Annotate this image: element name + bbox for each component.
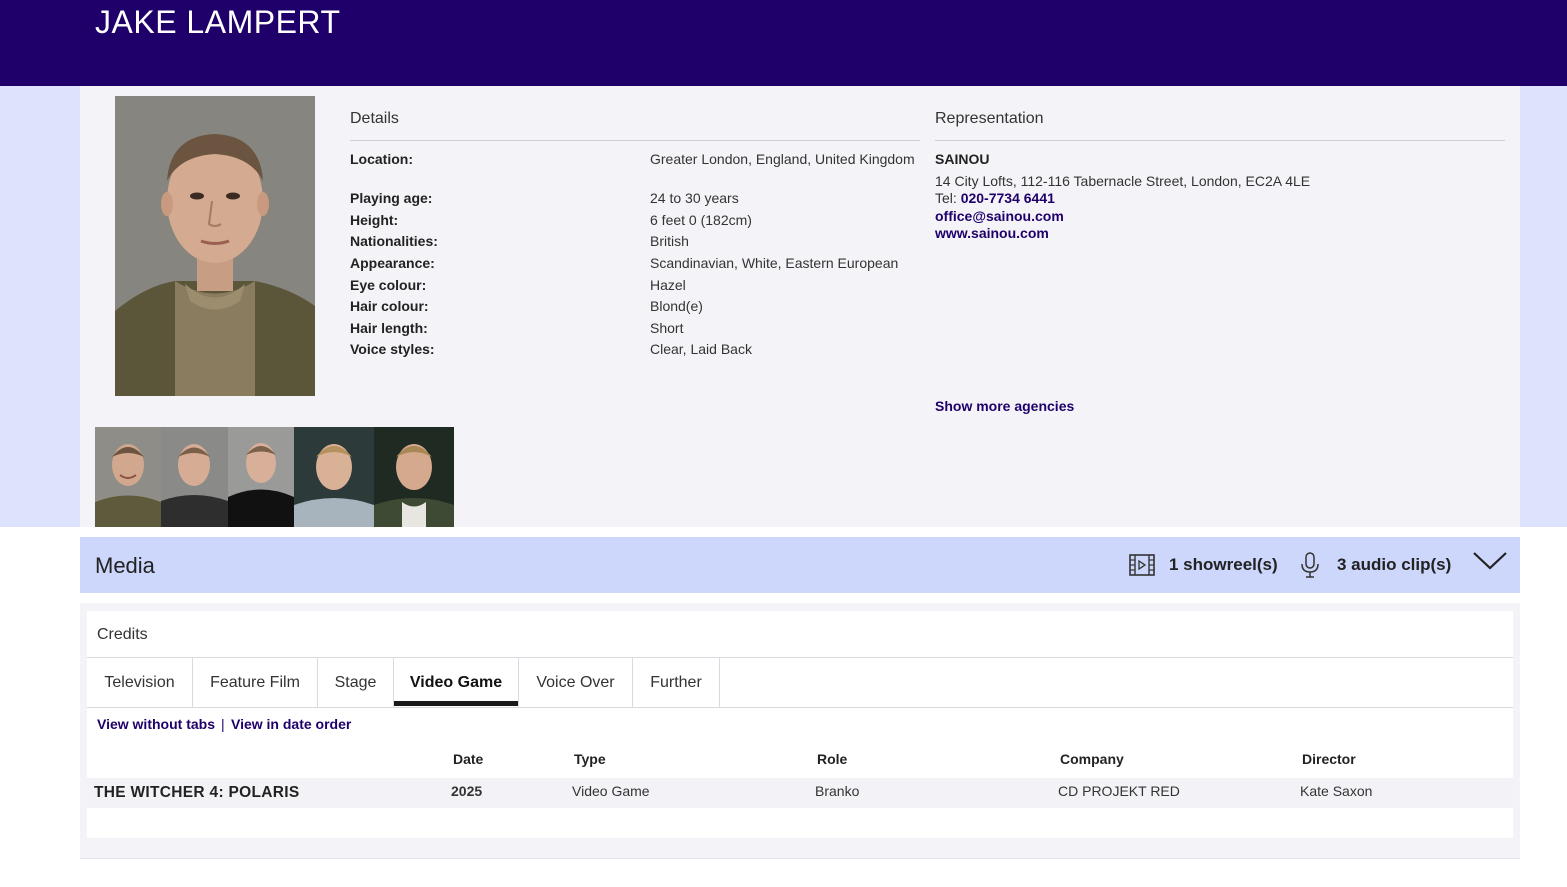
detail-label-playing-age: Playing age: bbox=[350, 190, 433, 206]
detail-label-appearance: Appearance: bbox=[350, 255, 435, 271]
credit-director: Kate Saxon bbox=[1300, 783, 1373, 799]
details-title: Details bbox=[350, 110, 399, 127]
audio-clips-count[interactable]: 3 audio clip(s) bbox=[1337, 555, 1451, 575]
view-without-tabs-link[interactable]: View without tabs bbox=[97, 716, 215, 732]
tab-voice-over[interactable]: Voice Over bbox=[519, 658, 633, 707]
detail-label-hair-colour: Hair colour: bbox=[350, 298, 429, 314]
agency-website-link[interactable]: www.sainou.com bbox=[935, 225, 1049, 241]
detail-label-hair-length: Hair length: bbox=[350, 320, 428, 336]
showreels-count[interactable]: 1 showreel(s) bbox=[1169, 555, 1278, 575]
show-more-agencies-link[interactable]: Show more agencies bbox=[935, 398, 1074, 414]
view-in-date-order-link[interactable]: View in date order bbox=[231, 716, 351, 732]
column-header-role: Role bbox=[817, 751, 848, 767]
credit-date: 2025 bbox=[451, 783, 483, 799]
tab-further[interactable]: Further bbox=[633, 658, 720, 707]
detail-value-nationalities: British bbox=[650, 233, 689, 249]
thumbnail-photo[interactable] bbox=[161, 427, 228, 527]
actor-name: JAKE LAMPERT bbox=[95, 4, 341, 40]
detail-label-location: Location: bbox=[350, 151, 413, 167]
detail-value-hair-length: Short bbox=[650, 320, 684, 336]
agency-email-link[interactable]: office@sainou.com bbox=[935, 208, 1064, 224]
credit-role: Branko bbox=[815, 783, 860, 799]
detail-label-height: Height: bbox=[350, 212, 399, 228]
detail-value-playing-age: 24 to 30 years bbox=[650, 190, 739, 206]
detail-label-nationalities: Nationalities: bbox=[350, 233, 438, 249]
column-header-director: Director bbox=[1302, 751, 1356, 767]
credit-type: Video Game bbox=[572, 783, 650, 799]
column-header-company: Company bbox=[1060, 751, 1124, 767]
agency-address: 14 City Lofts, 112-116 Tabernacle Street… bbox=[935, 173, 1311, 189]
tab-television[interactable]: Television bbox=[87, 658, 193, 707]
page-bottom-divider bbox=[80, 858, 1520, 859]
thumbnail-photo[interactable] bbox=[374, 427, 454, 527]
credit-title: THE WITCHER 4: POLARIS bbox=[94, 784, 300, 801]
headshot-photo[interactable] bbox=[115, 96, 315, 396]
microphone-icon bbox=[1301, 552, 1319, 578]
thumbnail-photo[interactable] bbox=[228, 427, 294, 527]
tab-video-game[interactable]: Video Game bbox=[394, 658, 519, 707]
media-title: Media bbox=[95, 553, 155, 578]
agency-phone-link[interactable]: 020-7734 6441 bbox=[961, 190, 1055, 206]
detail-value-appearance: Scandinavian, White, Eastern European bbox=[650, 255, 899, 271]
thumbnail-photo[interactable] bbox=[294, 427, 374, 527]
profile-header: JAKE LAMPERT bbox=[0, 0, 1567, 86]
column-header-type: Type bbox=[574, 751, 606, 767]
credits-title: Credits bbox=[97, 626, 148, 643]
detail-value-hair-colour: Blond(e) bbox=[650, 298, 703, 314]
detail-label-eye-colour: Eye colour: bbox=[350, 277, 427, 293]
tel-label: Tel: bbox=[935, 190, 957, 206]
active-tab-indicator bbox=[394, 701, 518, 706]
detail-label-voice-styles: Voice styles: bbox=[350, 341, 435, 357]
detail-value-height: 6 feet 0 (182cm) bbox=[650, 212, 752, 228]
tab-feature-film[interactable]: Feature Film bbox=[193, 658, 318, 707]
tabs-divider bbox=[87, 707, 1513, 708]
details-divider bbox=[350, 140, 920, 141]
credit-company: CD PROJEKT RED bbox=[1058, 783, 1180, 799]
detail-value-voice-styles: Clear, Laid Back bbox=[650, 341, 752, 357]
detail-value-location: Greater London, England, United Kingdom bbox=[650, 151, 915, 167]
representation-title: Representation bbox=[935, 110, 1044, 127]
media-bar[interactable]: Media 1 showreel(s) 3 audio clip(s) bbox=[80, 537, 1520, 593]
detail-value-eye-colour: Hazel bbox=[650, 277, 686, 293]
column-header-date: Date bbox=[453, 751, 484, 767]
chevron-down-icon[interactable] bbox=[1472, 551, 1508, 571]
agency-tel-line: Tel: 020-7734 6441 bbox=[935, 190, 1055, 206]
thumbnail-photo[interactable] bbox=[95, 427, 161, 527]
film-icon bbox=[1129, 554, 1155, 576]
tab-stage[interactable]: Stage bbox=[318, 658, 394, 707]
view-links-separator: | bbox=[221, 716, 225, 732]
representation-divider bbox=[935, 140, 1505, 141]
agency-name: SAINOU bbox=[935, 151, 990, 167]
